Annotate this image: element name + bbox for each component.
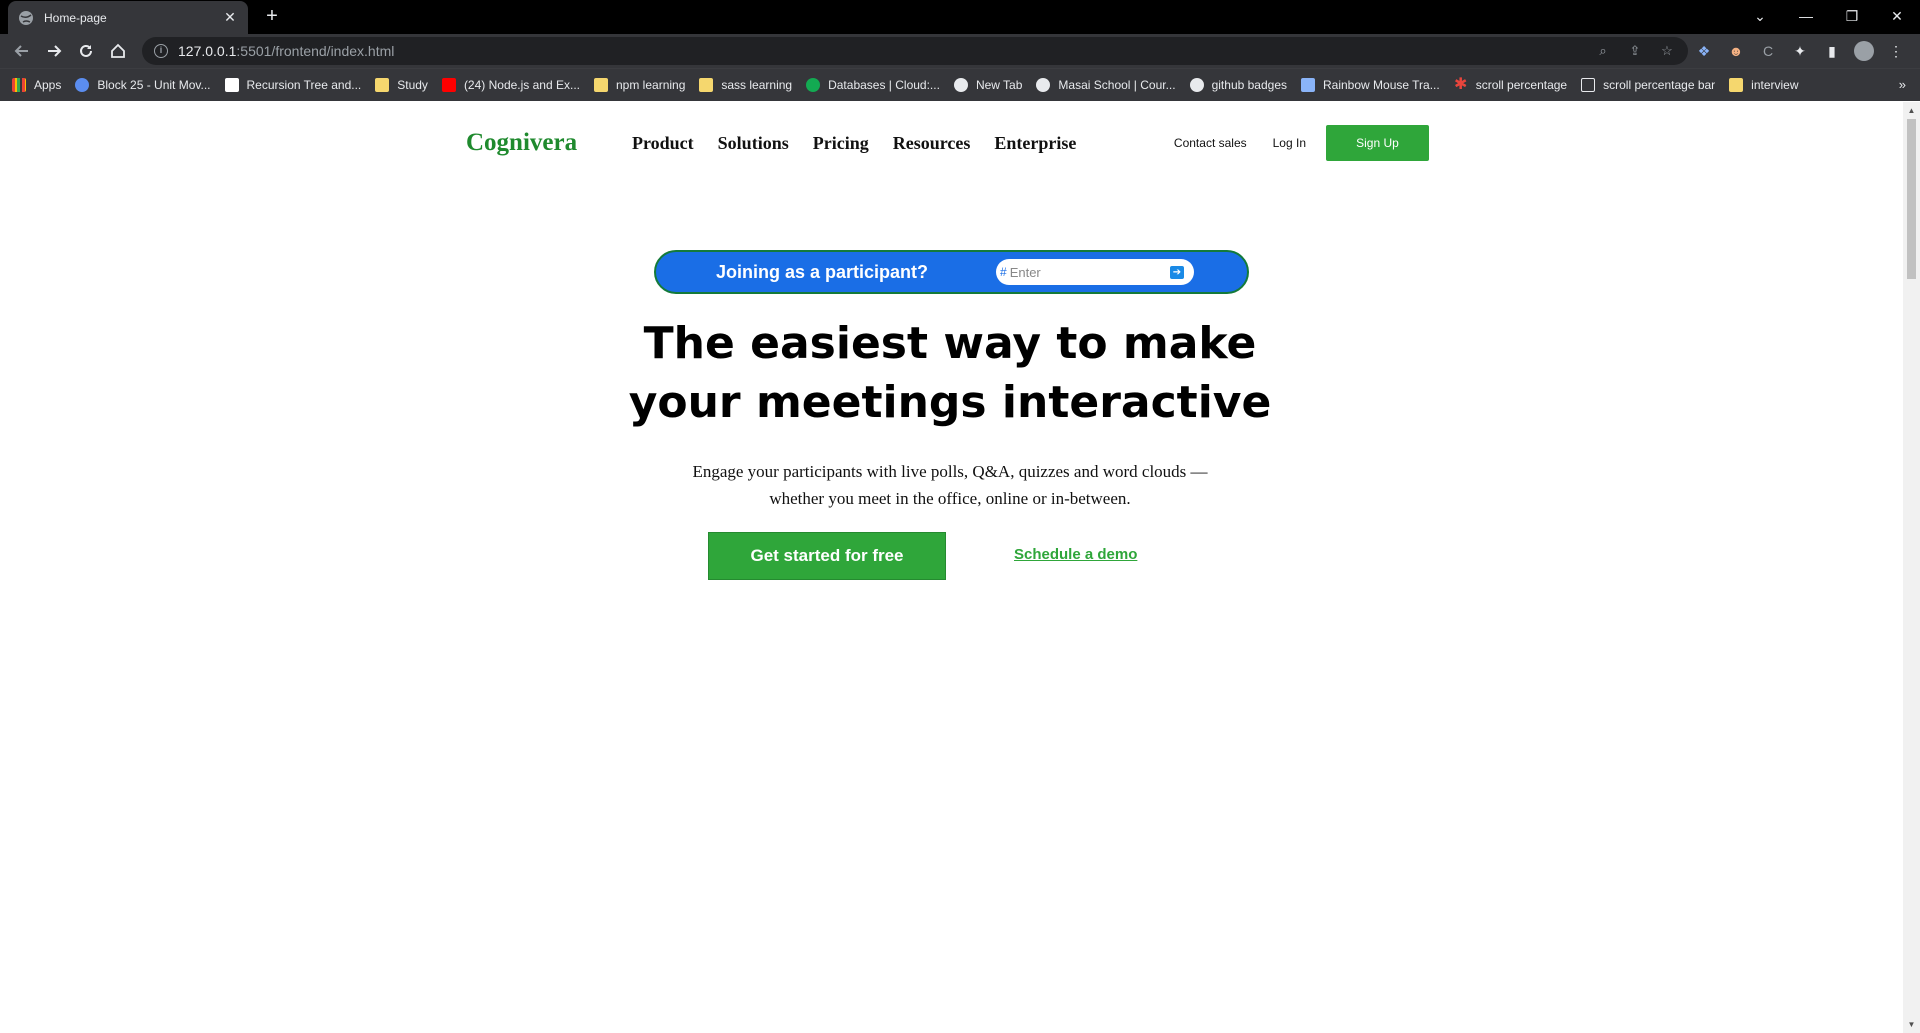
bookmark-item[interactable]: sass learning [699,78,792,92]
bookmark-item[interactable]: Study [375,78,428,92]
url-host: 127.0.0.1 [178,43,237,59]
bookmark-item[interactable]: npm learning [594,78,685,92]
scrollbar-thumb[interactable] [1907,119,1916,279]
hero-title: The easiest way to make your meetings in… [560,314,1340,432]
menu-enterprise[interactable]: Enterprise [994,133,1076,154]
extension-code-icon[interactable]: C [1758,41,1778,61]
browser-toolbar: i 127.0.0.1 :5501/frontend/index.html ⌕ … [0,34,1920,68]
back-icon[interactable] [6,37,38,65]
join-code-input[interactable] [1009,264,1160,280]
globe-icon [953,78,968,92]
bookmark-item[interactable]: ✱ scroll percentage [1454,76,1567,93]
folder-icon [375,78,390,92]
asterisk-icon: ✱ [1454,76,1468,93]
address-bar[interactable]: i 127.0.0.1 :5501/frontend/index.html ⌕ … [142,37,1688,65]
join-label: Joining as a participant? [716,261,929,282]
scroll-down-icon[interactable]: ▼ [1907,1020,1916,1029]
apps-grid-icon [12,78,26,92]
bookmark-item[interactable]: (24) Node.js and Ex... [441,78,580,92]
youtube-icon [441,78,456,92]
bookmark-item[interactable]: interview [1729,78,1799,92]
profile-avatar[interactable] [1854,41,1874,61]
bookmark-star-icon[interactable]: ☆ [1658,42,1676,60]
browser-chrome: Home-page ✕ + ⌄ — ❐ ✕ i 127.0.0.1 :5501/… [0,0,1920,101]
menu-resources[interactable]: Resources [893,133,971,154]
menu-product[interactable]: Product [632,133,694,154]
bookmark-item[interactable]: New Tab [953,78,1022,92]
codepen-icon [1581,78,1596,92]
scroll-up-icon[interactable]: ▲ [1907,106,1916,115]
menu-pricing[interactable]: Pricing [813,133,869,154]
url-path: :5501/frontend/index.html [236,43,395,59]
browser-tab[interactable]: Home-page ✕ [8,1,248,34]
hero-title-line1: The easiest way to make [643,318,1257,369]
bookmark-item[interactable]: Apps [12,78,61,92]
page-scrollbar[interactable]: ▲ ▼ [1903,102,1920,1033]
tab-close-icon[interactable]: ✕ [222,9,238,26]
folder-icon [699,78,714,92]
tab-title: Home-page [44,10,107,25]
contact-sales-link[interactable]: Contact sales [1174,136,1247,150]
bookmarks-bar: Apps Block 25 - Unit Mov... Recursion Tr… [0,68,1920,101]
folder-icon [1729,78,1744,92]
bookmark-favicon-icon [75,78,90,92]
bookmarks-overflow-icon[interactable]: » [1899,77,1906,92]
signup-button[interactable]: Sign Up [1326,125,1429,161]
bookmark-item[interactable]: Block 25 - Unit Mov... [75,78,211,92]
extension-face-icon[interactable]: ☻ [1726,41,1746,61]
window-close-icon[interactable]: ✕ [1874,0,1920,32]
enter-arrow-icon[interactable]: ➔ [1170,266,1184,279]
bookmark-item[interactable]: Recursion Tree and... [224,78,361,92]
new-tab-button[interactable]: + [260,5,284,29]
reload-icon[interactable] [70,37,102,65]
tab-search-icon[interactable]: ⌄ [1737,0,1783,32]
bookmark-item[interactable]: scroll percentage bar [1581,78,1715,92]
bookmark-item[interactable]: github badges [1189,78,1287,92]
globe-icon [19,10,33,25]
bookmark-item[interactable]: Rainbow Mouse Tra... [1301,78,1440,92]
get-started-button[interactable]: Get started for free [708,532,946,580]
site-logo[interactable]: Cognivera [466,129,632,157]
side-panel-icon[interactable]: ▮ [1822,41,1842,61]
share-icon[interactable]: ⇪ [1626,42,1644,60]
menu-solutions[interactable]: Solutions [718,133,789,154]
home-icon[interactable] [102,37,134,65]
login-link[interactable]: Log In [1273,136,1306,150]
site-info-icon[interactable]: i [154,44,168,58]
hero-section: The easiest way to make your meetings in… [560,314,1340,512]
participant-join-bar: Joining as a participant? # ➔ [654,250,1249,294]
bookmark-favicon-icon [1301,78,1315,92]
minimize-icon[interactable]: — [1783,0,1829,32]
bookmark-item[interactable]: Databases | Cloud:... [806,78,940,92]
bookmark-favicon-icon [224,78,239,92]
hash-icon: # [1000,265,1007,279]
page-viewport: Cognivera Product Solutions Pricing Reso… [0,102,1920,1033]
join-code-field[interactable]: # ➔ [996,259,1194,285]
extensions-puzzle-icon[interactable]: ✦ [1790,41,1810,61]
mongodb-leaf-icon [806,78,821,92]
folder-icon [594,78,608,92]
main-menu: Product Solutions Pricing Resources Ente… [632,133,1076,154]
site-header: Cognivera Product Solutions Pricing Reso… [466,124,1429,162]
schedule-demo-link[interactable]: Schedule a demo [1014,546,1137,563]
forward-icon[interactable] [38,37,70,65]
hero-title-line2: your meetings interactive [628,377,1272,428]
hero-subtitle: Engage your participants with live polls… [692,462,1208,508]
restore-icon[interactable]: ❐ [1829,0,1875,32]
menu-kebab-icon[interactable]: ⋮ [1886,41,1906,61]
zoom-icon[interactable]: ⌕ [1594,42,1612,60]
github-icon [1189,78,1204,92]
tab-strip: Home-page ✕ + ⌄ — ❐ ✕ [0,0,1920,34]
extension-dropbox-icon[interactable]: ❖ [1694,41,1714,61]
globe-icon [1036,78,1051,92]
bookmark-item[interactable]: Masai School | Cour... [1036,78,1176,92]
